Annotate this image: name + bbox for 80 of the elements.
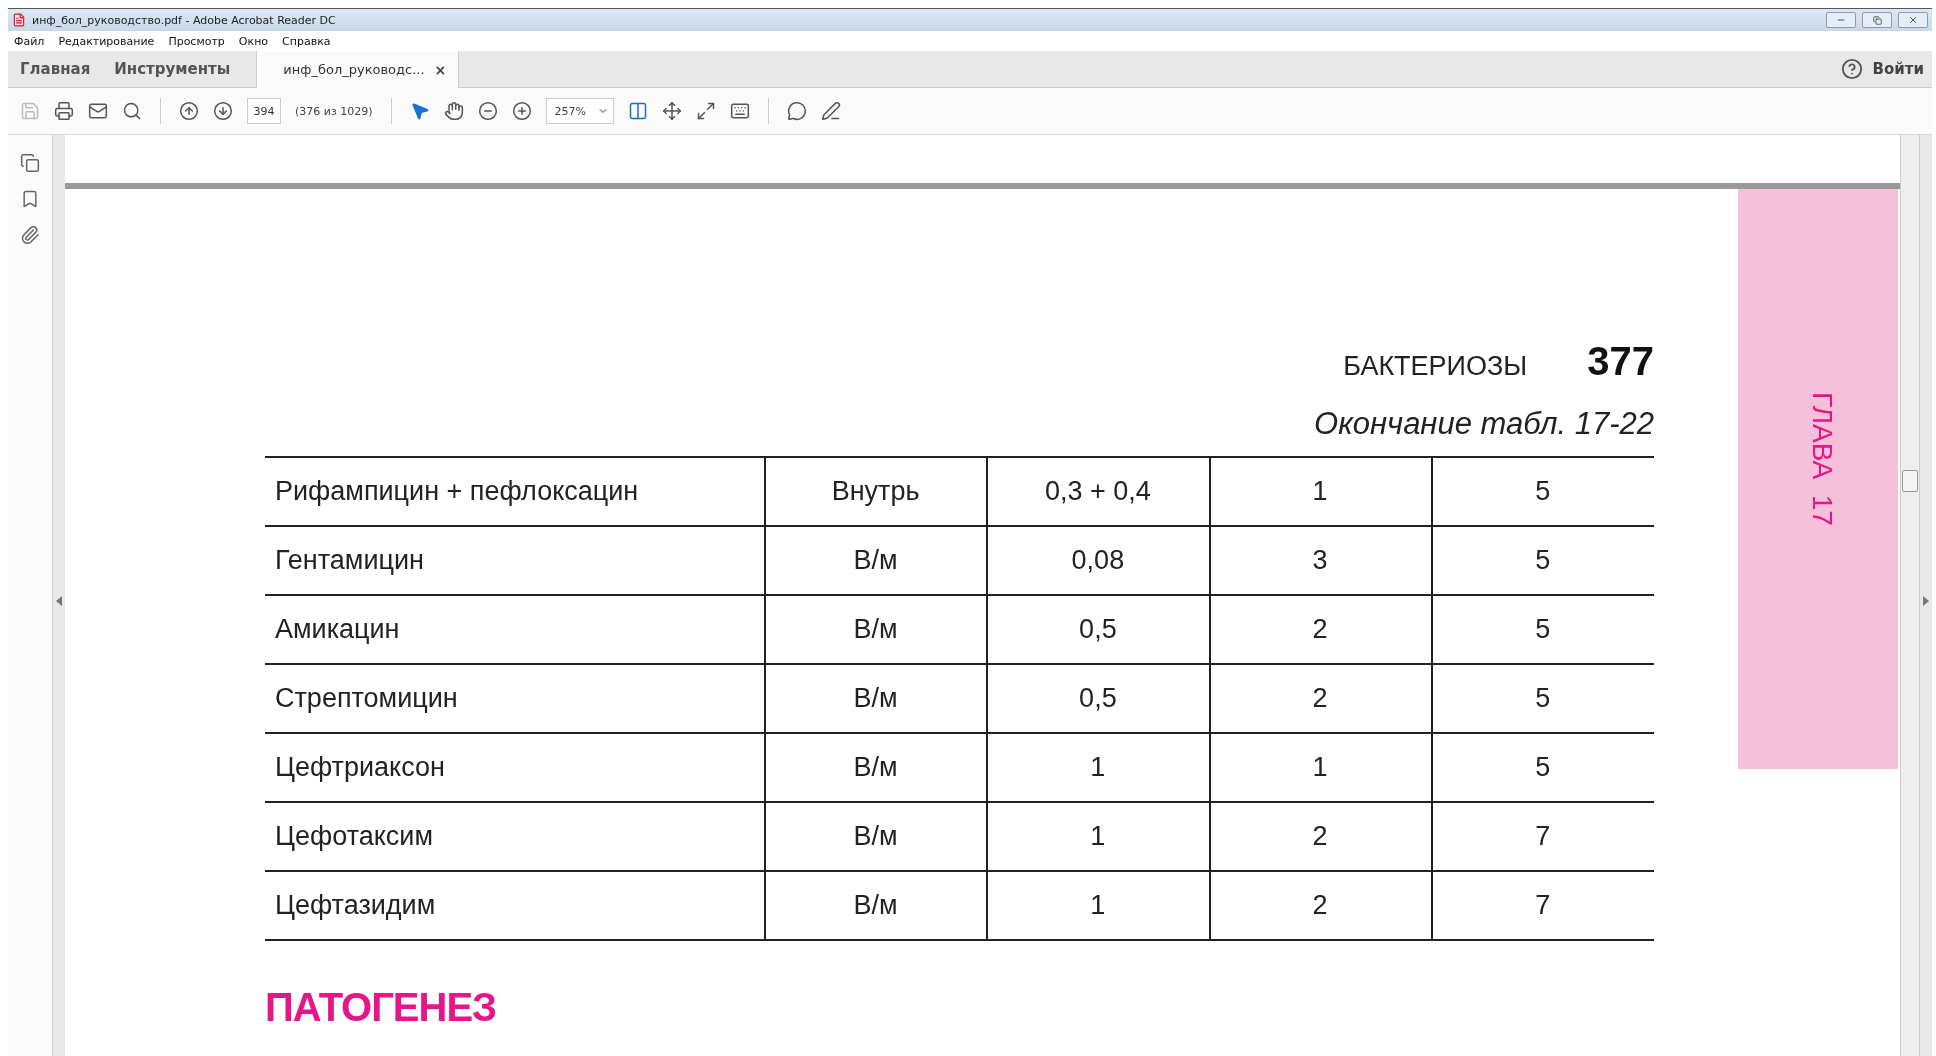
table-cell: 1 <box>987 871 1210 940</box>
menu-item[interactable]: Файл <box>14 34 45 48</box>
menu-item[interactable]: Просмотр <box>168 34 225 48</box>
table-cell: Цефтриаксон <box>265 733 766 802</box>
menu-item[interactable]: Справка <box>282 34 331 48</box>
zoom-dropdown[interactable]: 257% <box>545 98 614 124</box>
arrow-up-icon[interactable] <box>179 101 199 121</box>
table-cell: Гентамицин <box>265 526 766 595</box>
page-number-field[interactable]: 394 <box>247 98 281 124</box>
table-cell: Цефтазидим <box>265 871 766 940</box>
table-cell: 2 <box>1209 595 1432 664</box>
table-cell: Стрептомицин <box>265 664 766 733</box>
table-cell: 1 <box>1209 457 1432 526</box>
mail-icon[interactable] <box>88 101 108 121</box>
keyboard-icon[interactable] <box>729 101 750 121</box>
bookmark-icon[interactable] <box>20 189 40 209</box>
table-cell: 2 <box>1209 802 1432 871</box>
pdf-file-icon <box>12 13 26 27</box>
scrollbar[interactable] <box>1900 135 1919 1056</box>
table-cell: 0,5 <box>987 595 1210 664</box>
hand-icon[interactable] <box>443 101 464 121</box>
tab[interactable]: Инструменты <box>102 51 243 87</box>
table-cell: 3 <box>1209 526 1432 595</box>
pointer-icon[interactable] <box>409 101 430 121</box>
tab[interactable]: Главная <box>8 51 103 87</box>
table-cell: 1 <box>987 802 1210 871</box>
restore-icon <box>1872 15 1882 25</box>
window-title: инф_бол_руководство.pdf - Adobe Acrobat Reader DC <box>32 13 337 27</box>
close-button[interactable] <box>1898 12 1928 28</box>
arrow-down-icon[interactable] <box>213 101 233 121</box>
help-icon[interactable] <box>1840 58 1863 80</box>
table-cell: 2 <box>1209 871 1432 940</box>
table-cell: Амикацин <box>265 595 766 664</box>
table-cell: 1 <box>1209 733 1432 802</box>
collapse-right-icon[interactable] <box>1923 596 1929 606</box>
table-cell: В/м <box>765 595 988 664</box>
print-icon[interactable] <box>54 101 74 121</box>
table-cell: В/м <box>765 664 988 733</box>
table-cell: В/м <box>765 802 988 871</box>
fullscreen-icon[interactable] <box>695 101 716 121</box>
table-cell: 0,3 + 0,4 <box>987 457 1210 526</box>
comment-icon[interactable] <box>786 101 807 121</box>
table-cell: В/м <box>765 733 988 802</box>
table-cell: 7 <box>1431 871 1654 940</box>
table-cell: В/м <box>765 871 988 940</box>
page-count: (376 из 1029) <box>295 104 373 118</box>
table-cell: 5 <box>1431 733 1654 802</box>
close-tab-button[interactable]: × <box>434 61 447 78</box>
menu-item[interactable]: Редактирование <box>58 34 155 48</box>
restore-button[interactable] <box>1862 12 1892 28</box>
zoom-in-icon[interactable] <box>511 101 532 121</box>
table-cell: 2 <box>1209 664 1432 733</box>
table-cell: 5 <box>1431 664 1654 733</box>
chapter-label: ГЛАВА 17 <box>1806 392 1838 526</box>
table-cell: 5 <box>1431 457 1654 526</box>
close-icon <box>1908 15 1918 25</box>
fit-width-icon[interactable] <box>627 101 648 121</box>
table-cell: В/м <box>765 526 988 595</box>
section-title: БАКТЕРИОЗЫ <box>1343 351 1528 382</box>
table-cell: 0,5 <box>987 664 1210 733</box>
menu-item[interactable]: Окно <box>238 34 269 48</box>
page-number: 377 <box>1587 339 1654 384</box>
table-cell: Цефотаксим <box>265 802 766 871</box>
table-cell: 0,08 <box>987 526 1210 595</box>
zoom-out-icon[interactable] <box>477 101 498 121</box>
table-cell: 5 <box>1431 526 1654 595</box>
search-icon[interactable] <box>122 101 142 121</box>
section-heading: ПАТОГЕНЕЗ <box>265 985 498 1030</box>
table-cell: Рифампицин + пефлоксацин <box>265 457 766 526</box>
table-caption: Окончание табл. 17-22 <box>1313 406 1654 442</box>
table-cell: 5 <box>1431 595 1654 664</box>
table-cell: 7 <box>1431 802 1654 871</box>
move-icon[interactable] <box>661 101 682 121</box>
table-cell: Внутрь <box>765 457 988 526</box>
sign-in-link[interactable]: Войти <box>1862 60 1932 78</box>
pen-icon[interactable] <box>820 101 841 121</box>
tab[interactable]: инф_бол_руководс... × <box>256 51 460 88</box>
paperclip-icon[interactable] <box>20 225 40 245</box>
table-cell: 1 <box>987 733 1210 802</box>
pages-icon[interactable] <box>20 153 40 173</box>
